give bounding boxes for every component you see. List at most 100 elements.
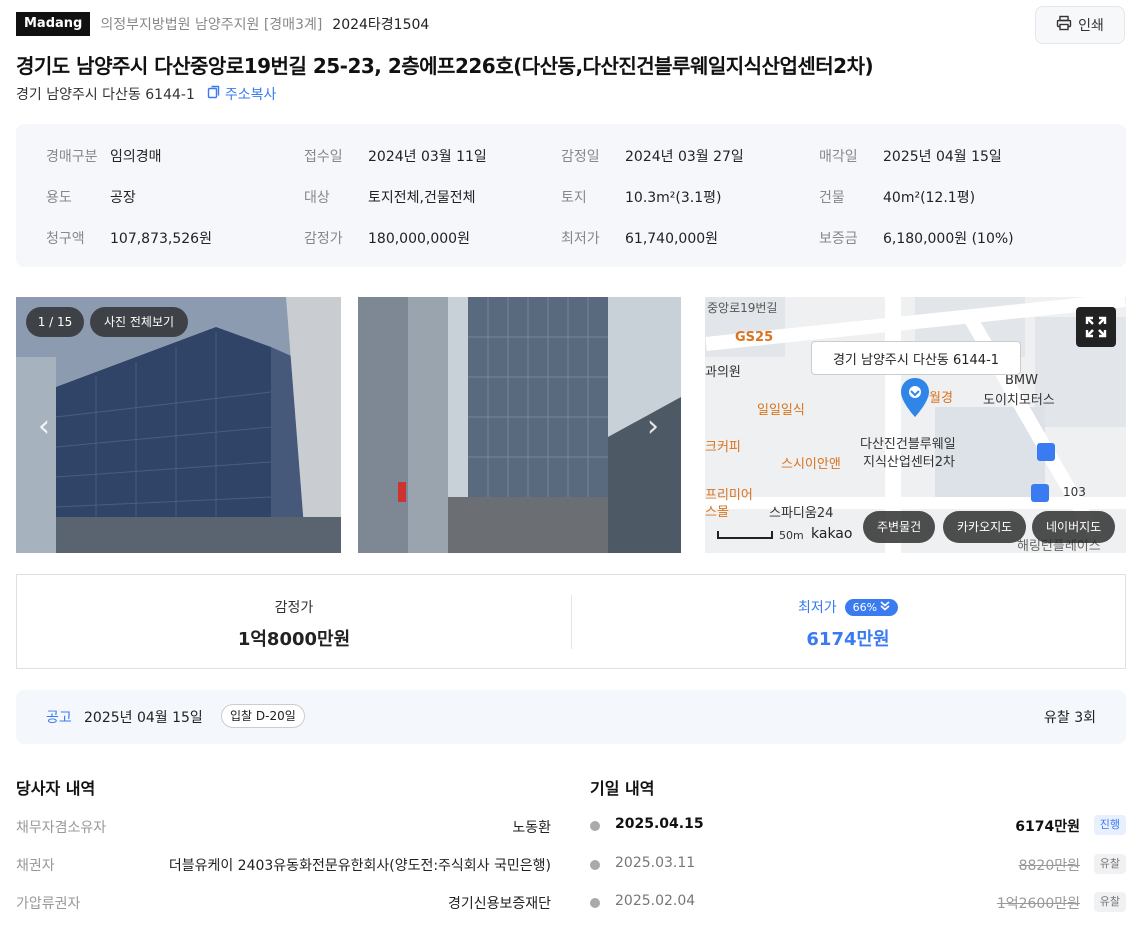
info-cell: 대상 토지전체,건물전체 [304, 187, 476, 207]
info-cell: 건물 40m²(12.1평) [819, 187, 975, 207]
auction-date: 2025.04.15 [615, 816, 704, 832]
kakao-map-button[interactable]: 카카오지도 [943, 511, 1027, 543]
minimum-label: 최저가 [797, 600, 837, 616]
appraisal-label: 감정가 [274, 600, 314, 616]
info-cell: 감정가 180,000,000원 [304, 228, 470, 248]
map-label-ilil: 일일일식 [757, 403, 805, 418]
party-row: 가압류권자 경기신용보증재단 [16, 893, 551, 913]
party-role: 가압류권자 [16, 896, 81, 912]
building-photo-illustration [358, 297, 681, 553]
madang-logo[interactable]: Madang [16, 12, 91, 36]
bus-stop-icon [1031, 484, 1049, 502]
info-cell: 토지 10.3m²(3.1평) [561, 187, 722, 207]
info-key: 대상 [304, 190, 330, 206]
info-value: 61,740,000원 [625, 231, 719, 247]
info-row: 청구액 107,873,526원 감정가 180,000,000원 최저가 61,74… [16, 228, 1126, 248]
copy-icon [207, 85, 221, 103]
auction-date-row: 2025.02.04 1억2600만원 유찰 [590, 891, 1126, 915]
bid-dday-badge: 입찰 D-20일 [221, 704, 305, 728]
map-label-building: 다산진건블루웨일 [860, 437, 956, 452]
auction-date-row: 2025.03.11 8820만원 유찰 [590, 853, 1126, 877]
map-fullscreen-button[interactable] [1076, 307, 1116, 347]
info-value: 40m²(12.1평) [883, 190, 976, 206]
case-info-panel: 경매구분 임의경매 접수일 2024년 03월 11일 감정일 2024년 03월 2… [16, 124, 1126, 267]
parties-section-title: 당사자 내역 [16, 779, 96, 798]
print-button[interactable]: 인쇄 [1035, 6, 1125, 44]
info-value: 임의경매 [110, 149, 162, 165]
info-value: 2025년 04월 15일 [883, 149, 1002, 165]
info-cell: 보증금 6,180,000원 (10%) [819, 228, 1014, 248]
auction-status-badge: 유찰 [1093, 892, 1126, 912]
map-label-spadium: 스파디움24 [769, 506, 834, 521]
info-value: 6,180,000원 (10%) [883, 231, 1014, 247]
view-all-photos-button[interactable]: 사진 전체보기 [90, 307, 189, 337]
party-name: 노동환 [512, 820, 551, 836]
map-label-gs25: GS25 [735, 330, 774, 345]
party-name: 경기신용보증재단 [447, 896, 551, 912]
expand-icon [1085, 316, 1107, 338]
nearby-listings-button[interactable]: 주변물건 [863, 511, 936, 543]
map-label-building-2: 지식산업센터2차 [863, 455, 955, 470]
photo-counter: 1 / 15 [26, 307, 84, 337]
map-label-mall: 스몰 [705, 505, 729, 520]
kakao-brand: kakao [811, 526, 853, 542]
info-value: 10.3m²(3.1평) [625, 190, 722, 206]
info-row: 용도 공장 대상 토지전체,건물전체 토지 10.3m²(3.1평) 건물 40m²(1… [16, 187, 1126, 207]
info-key: 청구액 [46, 231, 85, 247]
info-key: 토지 [561, 190, 587, 206]
fail-count: 유찰 3회 [1044, 710, 1096, 726]
map-label-road: 중앙로19번길 [707, 301, 778, 315]
map-scale-bar [717, 531, 773, 539]
auction-price: 1억2600만원 [996, 896, 1080, 912]
map-label-clinic: 과의원 [705, 365, 741, 380]
property-photo-2[interactable]: › [358, 297, 681, 553]
map-label-susian: 스시이안앤 [781, 457, 841, 472]
minimum-percent: 66% [852, 600, 878, 614]
case-header: Madang 의정부지방법원 남양주지원 [경매3계] 2024타경1504 [16, 12, 429, 36]
info-key: 경매구분 [46, 149, 98, 165]
sub-address-row: 경기 남양주시 다산동 6144-1 주소복사 [16, 84, 276, 104]
auction-status-badge: 진행 [1093, 815, 1126, 835]
notice-label: 공고 [46, 710, 72, 726]
map-marker-icon[interactable] [899, 377, 931, 423]
info-key: 용도 [46, 190, 72, 206]
property-photo-1[interactable]: 1 / 15 사진 전체보기 ‹ [16, 297, 341, 553]
info-value: 공장 [110, 190, 136, 206]
print-label: 인쇄 [1078, 18, 1104, 34]
info-key: 매각일 [819, 149, 858, 165]
map-label-coffee: 크커피 [705, 440, 741, 455]
copy-address-label: 주소복사 [224, 87, 277, 103]
auction-status-badge: 유찰 [1093, 854, 1126, 874]
minimum-percent-badge[interactable]: 66% [844, 598, 899, 616]
minimum-value: 6174만원 [806, 629, 890, 650]
party-role: 채권자 [16, 858, 55, 874]
timeline-dot [590, 860, 600, 870]
info-key: 감정일 [561, 149, 600, 165]
info-cell: 청구액 107,873,526원 [46, 228, 212, 248]
printer-icon [1056, 15, 1072, 35]
info-key: 보증금 [819, 231, 858, 247]
naver-map-button[interactable]: 네이버지도 [1032, 511, 1116, 543]
info-cell: 접수일 2024년 03월 11일 [304, 146, 487, 166]
next-photo-icon[interactable]: › [647, 409, 659, 444]
info-value: 2024년 03월 11일 [368, 149, 487, 165]
location-map[interactable]: 중앙로19번길 GS25 과의원 일일일식 크커피 스시이안앤 프리미어 스몰 … [705, 297, 1126, 553]
prev-photo-icon[interactable]: ‹ [38, 409, 50, 444]
sub-address: 경기 남양주시 다산동 6144-1 [16, 87, 195, 103]
copy-address-button[interactable]: 주소복사 [207, 84, 277, 104]
map-address-tooltip: 경기 남양주시 다산동 6144-1 [811, 341, 1021, 375]
map-label-wolgyeong: 월경 [929, 391, 953, 406]
auction-date: 2025.02.04 [615, 893, 696, 909]
minimum-price: 최저가 66% 6174만원 [571, 575, 1125, 668]
info-key: 건물 [819, 190, 845, 206]
party-row: 채무자겸소유자 노동환 [16, 817, 551, 837]
double-chevron-down-icon [880, 600, 890, 614]
map-label-bmw-2: 도이치모터스 [983, 393, 1055, 408]
bus-stop-icon [1037, 443, 1055, 461]
auction-price: 8820만원 [1018, 858, 1080, 874]
info-key: 감정가 [304, 231, 343, 247]
info-cell: 최저가 61,740,000원 [561, 228, 718, 248]
info-key: 접수일 [304, 149, 343, 165]
info-key: 최저가 [561, 231, 600, 247]
case-number: 2024타경1504 [332, 17, 430, 33]
